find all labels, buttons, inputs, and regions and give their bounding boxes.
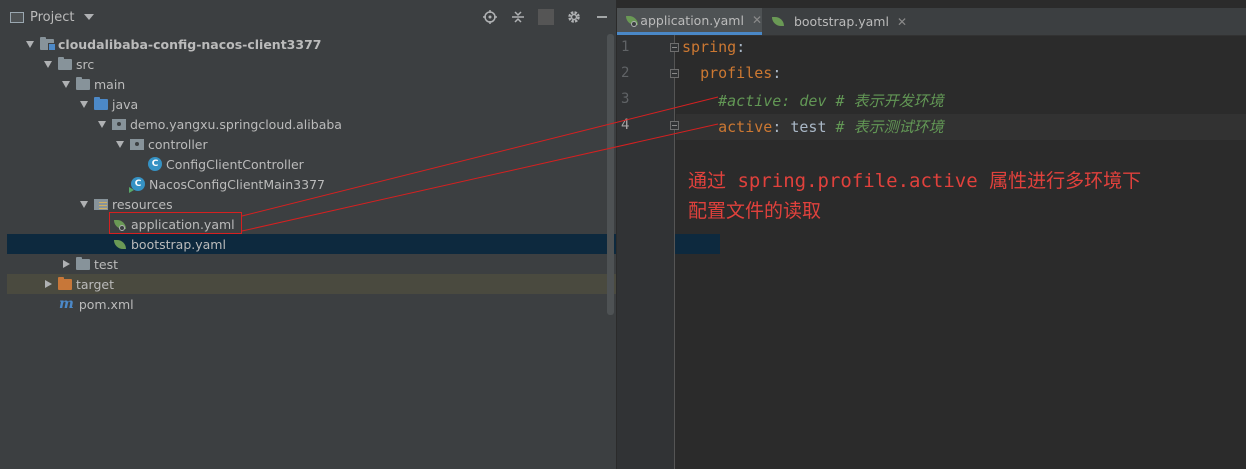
annotation-line-dev <box>241 96 719 217</box>
annotation-line-test <box>241 123 719 232</box>
annotation-lines <box>241 96 719 232</box>
